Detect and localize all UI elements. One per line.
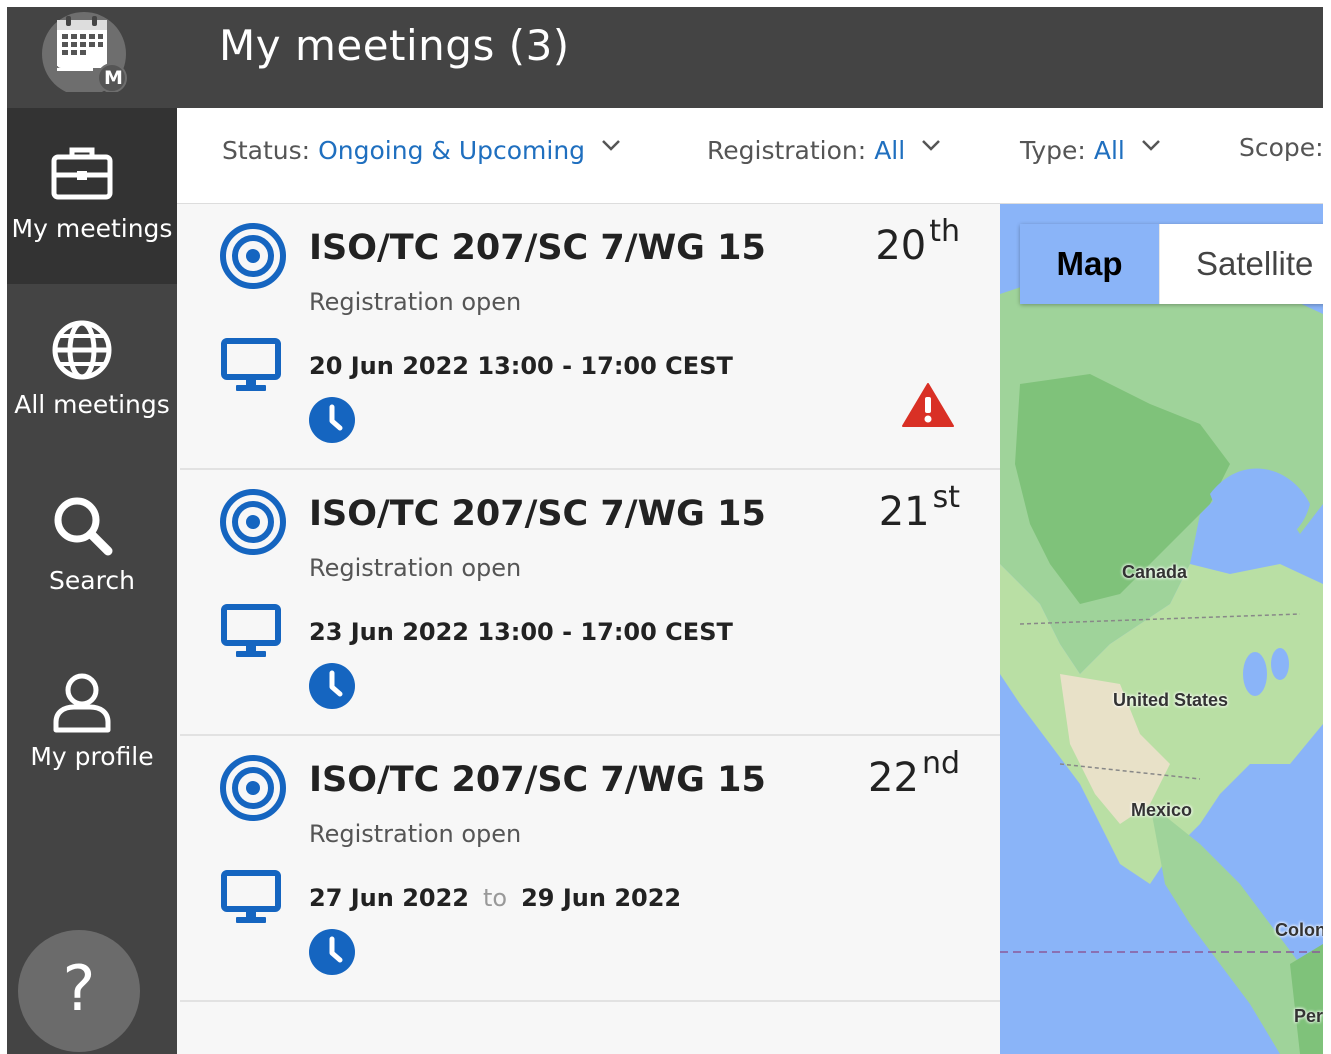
sidebar-item-my-meetings[interactable]: My meetings <box>7 108 177 284</box>
search-icon <box>54 497 113 556</box>
filter-value: All <box>874 136 906 165</box>
meeting-date-start: 20 Jun 2022 13:00 - 17:00 CEST <box>309 352 733 380</box>
monitor-icon <box>221 870 281 923</box>
scope-filter[interactable]: Scope: <box>1239 133 1323 162</box>
clock-icon <box>309 663 355 709</box>
meeting-day-number: 20 <box>875 223 927 269</box>
status-filter[interactable]: Status: Ongoing & Upcoming <box>222 133 623 165</box>
clock-icon <box>309 397 355 443</box>
meeting-title: ISO/TC 207/SC 7/WG 15 <box>309 228 766 268</box>
meeting-status: Registration open <box>309 288 522 316</box>
map-view[interactable]: Map Satellite Canada United States Mexic… <box>1000 204 1323 1054</box>
satellite-button[interactable]: Satellite <box>1196 224 1313 304</box>
registration-filter[interactable]: Registration: All <box>707 133 943 165</box>
filter-value: All <box>1093 136 1125 165</box>
globe-icon <box>52 320 112 380</box>
help-button[interactable]: ? <box>18 930 140 1052</box>
meeting-day: 20th <box>875 214 960 269</box>
meeting-day-suffix: nd <box>921 746 960 781</box>
filter-value: Ongoing & Upcoming <box>318 136 586 165</box>
meeting-dates: 20 Jun 2022 13:00 - 17:00 CEST <box>309 352 733 380</box>
map-button[interactable]: Map <box>1020 224 1160 304</box>
chevron-down-icon <box>602 140 620 151</box>
meeting-day: 22nd <box>868 746 960 801</box>
filter-label: Status: <box>222 136 311 165</box>
meeting-status: Registration open <box>309 554 522 582</box>
app-frame: M My meetings (3) My meetings All meetin… <box>7 7 1323 1054</box>
sidebar-item-all-meetings[interactable]: All meetings <box>7 284 177 460</box>
sidebar-item-label: My profile <box>30 742 154 771</box>
chevron-down-icon <box>1141 140 1160 151</box>
meeting-date-start: 23 Jun 2022 13:00 - 17:00 CEST <box>309 618 733 646</box>
map-label-peru: Per <box>1294 1006 1323 1026</box>
sidebar-item-label: Search <box>49 566 135 595</box>
meeting-day: 21st <box>879 480 960 535</box>
target-icon <box>220 223 286 289</box>
meeting-date-start: 27 Jun 2022 <box>309 884 470 912</box>
clock-icon <box>309 929 355 975</box>
meeting-dates: 23 Jun 2022 13:00 - 17:00 CEST <box>309 618 733 646</box>
monitor-icon <box>221 604 281 657</box>
meeting-day-suffix: th <box>929 214 960 249</box>
meeting-day-number: 21 <box>878 489 930 535</box>
briefcase-icon <box>51 147 113 200</box>
sidebar-item-label: My meetings <box>11 214 173 243</box>
user-icon <box>53 673 111 733</box>
filter-bar: Status: Ongoing & Upcoming Registration: A… <box>177 108 1323 204</box>
target-icon <box>220 755 286 821</box>
target-icon <box>220 489 286 555</box>
meeting-item[interactable]: ISO/TC 207/SC 7/WG 15 Registration open … <box>180 736 1000 1002</box>
sidebar: My meetings All meetings Search My profi… <box>7 108 177 1054</box>
meeting-item[interactable]: ISO/TC 207/SC 7/WG 15 Registration open … <box>180 470 1000 736</box>
top-bar: M My meetings (3) <box>7 7 1323 108</box>
filter-label: Type: <box>1020 136 1086 165</box>
sidebar-item-label: All meetings <box>14 390 170 419</box>
meeting-list: ISO/TC 207/SC 7/WG 15 Registration open … <box>177 204 1000 1054</box>
meeting-day-number: 22 <box>868 755 919 801</box>
meeting-day-suffix: st <box>932 480 960 515</box>
chevron-down-icon <box>922 140 941 151</box>
filter-label: Registration: <box>707 136 867 165</box>
monitor-icon <box>221 338 281 391</box>
page-title: My meetings (3) <box>219 21 570 70</box>
map-label-canada: Canada <box>1122 562 1188 582</box>
map-type-toggle: Map Satellite <box>1020 224 1323 304</box>
meeting-status: Registration open <box>309 820 522 848</box>
map-label-united-states: United States <box>1113 690 1229 710</box>
meeting-dates: 27 Jun 2022 to 29 Jun 2022 <box>309 884 681 912</box>
type-filter[interactable]: Type: All <box>1020 133 1163 165</box>
sidebar-item-my-profile[interactable]: My profile <box>7 636 177 812</box>
warning-icon <box>902 383 954 427</box>
sidebar-item-search[interactable]: Search <box>7 460 177 636</box>
logo-badge-text: M <box>104 67 123 89</box>
map-label-mexico: Mexico <box>1131 800 1193 820</box>
meeting-date-separator: to <box>483 884 508 912</box>
meeting-title: ISO/TC 207/SC 7/WG 15 <box>309 494 766 534</box>
meeting-title: ISO/TC 207/SC 7/WG 15 <box>309 760 766 800</box>
app-logo[interactable]: M <box>40 12 128 96</box>
map-label-colombia: Colon <box>1275 920 1323 940</box>
meeting-date-end: 29 Jun 2022 <box>521 884 682 912</box>
meeting-item[interactable]: ISO/TC 207/SC 7/WG 15 Registration open … <box>180 204 1000 470</box>
filter-label: Scope: <box>1239 133 1323 162</box>
